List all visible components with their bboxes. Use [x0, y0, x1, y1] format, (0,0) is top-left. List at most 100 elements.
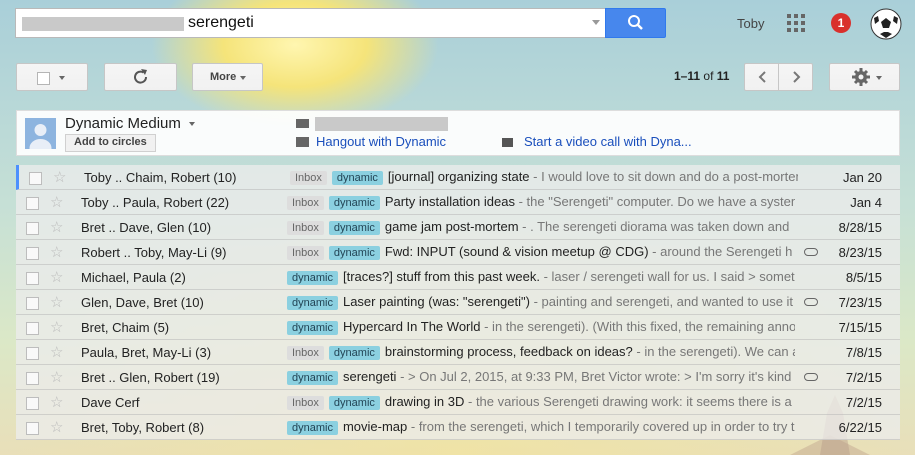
email-row[interactable]: ☆ Toby .. Paula, Robert (22) Inbox dynamic P… [16, 190, 900, 215]
star-icon[interactable]: ☆ [50, 343, 63, 361]
row-checkbox[interactable] [26, 247, 39, 260]
email-subject: game jam post-mortem [384, 219, 519, 234]
avatar[interactable] [870, 8, 902, 40]
email-content: Inbox dynamic brainstorming process, feedb… [287, 344, 795, 360]
star-icon[interactable]: ☆ [50, 193, 63, 211]
dynamic-label[interactable]: dynamic [328, 396, 380, 410]
inbox-label[interactable]: Inbox [287, 346, 324, 360]
row-checkbox[interactable] [26, 347, 39, 360]
select-caret-icon [59, 76, 65, 80]
dynamic-label[interactable]: dynamic [328, 346, 380, 360]
select-all-button[interactable] [16, 63, 88, 91]
inbox-label[interactable]: Inbox [287, 246, 324, 260]
row-checkbox[interactable] [26, 222, 39, 235]
row-checkbox[interactable] [26, 297, 39, 310]
email-subject: brainstorming process, feedback on ideas… [384, 344, 633, 359]
star-icon[interactable]: ☆ [50, 268, 63, 286]
email-date: 7/23/15 [838, 295, 882, 310]
dynamic-label[interactable]: dynamic [328, 196, 380, 210]
row-checkbox[interactable] [26, 322, 39, 335]
star-icon[interactable]: ☆ [50, 318, 63, 336]
video-call-link[interactable]: Start a video call with Dyna... [524, 134, 692, 149]
email-content: dynamic Hypercard In The World - in the s… [287, 319, 795, 335]
dynamic-label[interactable]: dynamic [287, 271, 338, 285]
video-camera-icon [502, 138, 513, 147]
older-button[interactable] [778, 63, 813, 91]
email-row[interactable]: ☆ Bret .. Dave, Glen (10) Inbox dynamic game… [16, 215, 900, 240]
dynamic-label[interactable]: dynamic [287, 371, 338, 385]
star-icon[interactable]: ☆ [50, 368, 63, 386]
email-row[interactable]: ☆ Paula, Bret, May-Li (3) Inbox dynamic brai… [16, 340, 900, 365]
newer-button[interactable] [744, 63, 779, 91]
dynamic-label[interactable]: dynamic [328, 246, 380, 260]
email-row[interactable]: ☆ Toby .. Chaim, Robert (10) Inbox dynamic [… [16, 165, 900, 190]
email-row[interactable]: ☆ Bret, Chaim (5) dynamic Hypercard In The … [16, 315, 900, 340]
email-content: Inbox dynamic drawing in 3D - the various … [287, 394, 795, 410]
contact-name[interactable]: Dynamic Medium [65, 115, 181, 132]
row-checkbox[interactable] [26, 397, 39, 410]
star-icon[interactable]: ☆ [50, 218, 63, 236]
add-to-circles-button[interactable]: Add to circles [65, 134, 156, 152]
email-row[interactable]: ☆ Bret, Toby, Robert (8) dynamic movie-map … [16, 415, 900, 440]
search-options-caret-icon[interactable] [592, 20, 600, 25]
email-list: ☆ Toby .. Chaim, Robert (10) Inbox dynamic[… [16, 165, 900, 440]
inbox-label[interactable]: Inbox [287, 196, 324, 210]
email-content: dynamic [traces?] stuff from this past we… [287, 269, 795, 285]
row-checkbox[interactable] [29, 172, 42, 185]
email-row[interactable]: ☆ Glen, Dave, Bret (10) dynamic Laser paint… [16, 290, 900, 315]
email-date: 8/23/15 [838, 245, 882, 260]
search-button[interactable] [605, 8, 666, 38]
email-row[interactable]: ☆ Michael, Paula (2) dynamic [traces?] stuf… [16, 265, 900, 290]
email-date: 7/15/15 [838, 320, 882, 335]
notification-badge[interactable]: 1 [831, 13, 851, 33]
email-content: Inbox dynamic [journal] organizing state -… [290, 169, 798, 185]
inbox-label[interactable]: Inbox [290, 171, 327, 185]
row-checkbox[interactable] [26, 272, 39, 285]
email-row[interactable]: ☆ Bret .. Glen, Robert (19) dynamic serenge… [16, 365, 900, 390]
email-sender: Bret, Chaim (5) [81, 320, 170, 335]
email-row[interactable]: ☆ Robert .. Toby, May-Li (9) Inbox dynamic F… [16, 240, 900, 265]
inbox-label[interactable]: Inbox [287, 396, 324, 410]
user-name[interactable]: Toby [737, 16, 764, 31]
attachment-icon [804, 248, 818, 256]
refresh-button[interactable] [104, 63, 177, 91]
star-icon[interactable]: ☆ [53, 168, 66, 186]
contact-avatar[interactable] [25, 118, 56, 149]
inbox-label[interactable]: Inbox [287, 221, 324, 235]
email-sender: Bret .. Dave, Glen (10) [81, 220, 212, 235]
row-checkbox[interactable] [26, 197, 39, 210]
email-row[interactable]: ☆ Dave Cerf Inbox dynamic drawing in 3D - th… [16, 390, 900, 415]
mail-icon [296, 119, 309, 128]
dynamic-label[interactable]: dynamic [287, 321, 338, 335]
search-input[interactable]: serengeti [15, 8, 607, 38]
row-checkbox[interactable] [26, 372, 39, 385]
hangout-link[interactable]: Hangout with Dynamic [316, 134, 446, 149]
email-snippet: - the "Serengeti" computer. Do we have a… [514, 194, 795, 209]
email-sender: Toby .. Chaim, Robert (10) [84, 170, 237, 185]
email-content: Inbox dynamic Party installation ideas - t… [287, 194, 795, 210]
star-icon[interactable]: ☆ [50, 243, 63, 261]
star-icon[interactable]: ☆ [50, 393, 63, 411]
star-icon[interactable]: ☆ [50, 418, 63, 436]
email-date: 8/5/15 [845, 270, 882, 285]
email-subject: Party installation ideas [384, 194, 515, 209]
more-button[interactable]: More [192, 63, 263, 91]
select-all-checkbox[interactable] [37, 72, 50, 85]
search-icon [628, 15, 643, 30]
star-icon[interactable]: ☆ [50, 293, 63, 311]
email-sender: Dave Cerf [81, 395, 140, 410]
row-checkbox[interactable] [26, 422, 39, 435]
email-date: 7/2/15 [845, 370, 882, 385]
person-icon [29, 124, 52, 149]
email-sender: Toby .. Paula, Robert (22) [81, 195, 230, 210]
apps-grid-icon[interactable] [787, 14, 805, 32]
attachment-icon [804, 298, 818, 306]
dynamic-label[interactable]: dynamic [328, 221, 380, 235]
dynamic-label[interactable]: dynamic [331, 171, 383, 185]
dynamic-label[interactable]: dynamic [287, 296, 338, 310]
dynamic-label[interactable]: dynamic [287, 421, 338, 435]
email-date: Jan 4 [850, 195, 882, 210]
email-sender: Bret .. Glen, Robert (19) [81, 370, 220, 385]
contact-caret-icon[interactable] [189, 122, 195, 126]
settings-button[interactable] [829, 63, 900, 91]
